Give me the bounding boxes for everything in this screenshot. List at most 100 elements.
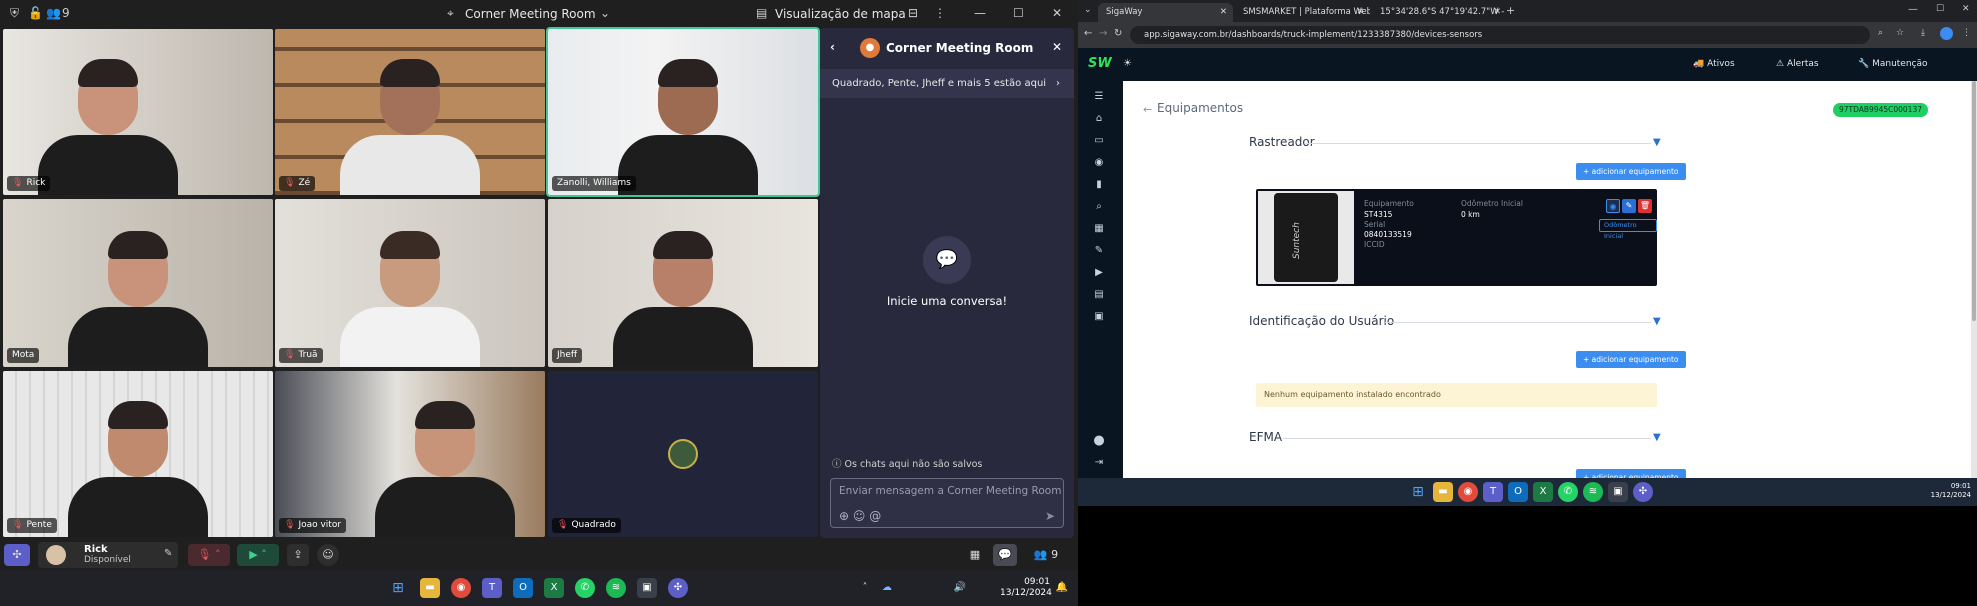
- minimize-icon[interactable]: —: [974, 6, 986, 20]
- shield-icon[interactable]: ⛨: [10, 6, 19, 21]
- excel-icon[interactable]: X: [544, 578, 564, 598]
- map-view-button[interactable]: Visualização de mapa: [775, 7, 906, 21]
- close-icon[interactable]: ✕: [1962, 4, 1970, 14]
- teams-icon[interactable]: T: [482, 578, 502, 598]
- reaction-icon[interactable]: ☺: [317, 544, 339, 566]
- taskbar-clock[interactable]: 09:01 13/12/2024: [1923, 482, 1971, 500]
- bus-icon[interactable]: ▤: [1092, 289, 1106, 301]
- file-explorer-icon[interactable]: ▬: [420, 578, 440, 598]
- spotify-icon[interactable]: ≋: [606, 578, 626, 598]
- download-icon[interactable]: ⤓: [1921, 28, 1925, 38]
- calendar-icon[interactable]: ▦: [964, 544, 986, 566]
- share-icon[interactable]: ⇪: [287, 544, 309, 566]
- video-tile[interactable]: 🎙 Pente: [3, 371, 273, 537]
- app-icon[interactable]: ▣: [1608, 482, 1628, 502]
- collapse-arrow-icon[interactable]: ▼: [1653, 432, 1661, 443]
- teams-meeting-icon[interactable]: ✣: [668, 578, 688, 598]
- user-icon[interactable]: ◉: [1092, 157, 1106, 169]
- chevron-down-icon[interactable]: ⌄: [600, 6, 610, 20]
- back-arrow-icon[interactable]: ←: [1143, 103, 1152, 116]
- video-tile-active-speaker[interactable]: Zanolli, Williams: [546, 27, 820, 197]
- delete-trash-icon[interactable]: 🗑: [1638, 199, 1652, 213]
- close-icon[interactable]: ✕: [1220, 3, 1227, 22]
- excel-icon[interactable]: X: [1533, 482, 1553, 502]
- bookmark-star-icon[interactable]: ☆: [1896, 28, 1904, 38]
- close-icon[interactable]: ✕: [1357, 3, 1364, 22]
- room-icon[interactable]: ⊟: [908, 6, 918, 20]
- collapse-arrow-icon[interactable]: ▼: [1653, 137, 1661, 148]
- notification-bell-icon[interactable]: 🔔: [1052, 578, 1072, 598]
- tab-sigaway[interactable]: SigaWay ✕: [1098, 3, 1233, 22]
- menu-icon[interactable]: ☰: [1092, 91, 1106, 103]
- taskbar-clock[interactable]: 09:01 13/12/2024: [1000, 577, 1052, 599]
- message-input[interactable]: Enviar mensagem a Corner Meeting Room: [839, 485, 1061, 497]
- mention-icon[interactable]: @: [869, 509, 881, 523]
- self-status[interactable]: Rick Disponível ✎: [38, 542, 178, 568]
- close-icon[interactable]: ✕: [1494, 3, 1501, 22]
- outlook-icon[interactable]: O: [513, 578, 533, 598]
- volume-icon[interactable]: 🔊: [950, 578, 970, 598]
- add-equipment-button[interactable]: + adicionar equipamento: [1576, 351, 1686, 368]
- back-arrow-icon[interactable]: ‹: [830, 40, 835, 54]
- whatsapp-icon[interactable]: ✆: [575, 578, 595, 598]
- maximize-icon[interactable]: ☐: [1013, 6, 1024, 20]
- whatsapp-icon[interactable]: ✆: [1558, 482, 1578, 502]
- tab-smsmarket[interactable]: SMSMARKET | Plataforma Web... ✕: [1235, 3, 1370, 22]
- lock-icon[interactable]: 🔓: [28, 6, 43, 20]
- maximize-icon[interactable]: ☐: [1936, 4, 1944, 14]
- page-scrollbar[interactable]: [1971, 81, 1977, 478]
- spotify-icon[interactable]: ≋: [1583, 482, 1603, 502]
- video-icon[interactable]: ▶: [1092, 267, 1106, 279]
- file-explorer-icon[interactable]: ▬: [1433, 482, 1453, 502]
- video-tile[interactable]: 🎙 Joao vitor: [275, 371, 545, 537]
- chart-icon[interactable]: ▮: [1092, 179, 1106, 191]
- send-icon[interactable]: ➤: [1045, 509, 1055, 523]
- teams-icon[interactable]: T: [1483, 482, 1503, 502]
- mute-toggle[interactable]: 🎙 ˄: [188, 544, 230, 566]
- wrench-icon[interactable]: ✎: [1092, 245, 1106, 257]
- truck-icon[interactable]: ▭: [1092, 135, 1106, 147]
- video-tile[interactable]: 🎙 Rick: [3, 29, 273, 195]
- message-composer[interactable]: Enviar mensagem a Corner Meeting Room ⊕ …: [830, 478, 1064, 528]
- menu-icon[interactable]: ⋮: [1962, 28, 1971, 38]
- url-bar[interactable]: app.sigaway.com.br/dashboards/truck-impl…: [1130, 26, 1870, 44]
- video-tile-no-video[interactable]: 🎙 Quadrado: [548, 371, 818, 537]
- windows-start-icon[interactable]: ⊞: [388, 578, 408, 598]
- add-equipment-button[interactable]: + adicionar equipamento: [1576, 469, 1686, 478]
- calendar-icon[interactable]: ▦: [1092, 223, 1106, 235]
- meeting-title[interactable]: Corner Meeting Room: [465, 7, 596, 21]
- report-icon[interactable]: ▣: [1092, 311, 1106, 323]
- nav-alertas[interactable]: ⚠ Alertas: [1776, 59, 1819, 69]
- close-icon[interactable]: ✕: [1052, 6, 1062, 20]
- people-icon[interactable]: 👥: [46, 6, 61, 20]
- search-alert-icon[interactable]: ⌕: [1092, 201, 1106, 213]
- tab-search-icon[interactable]: ⌄: [1084, 5, 1092, 15]
- close-icon[interactable]: ✕: [1052, 40, 1062, 54]
- new-tab-icon[interactable]: +: [1506, 4, 1515, 17]
- plus-icon[interactable]: ⊕: [839, 509, 849, 523]
- video-tile[interactable]: 🎙 Truã: [275, 199, 545, 367]
- chrome-icon[interactable]: ◉: [451, 578, 471, 598]
- edit-icon[interactable]: ✎: [164, 548, 172, 559]
- profile-avatar[interactable]: [1940, 27, 1953, 40]
- collapse-arrow-icon[interactable]: ▼: [1653, 316, 1661, 327]
- video-tile[interactable]: Jheff: [548, 199, 818, 367]
- back-icon[interactable]: ←: [1084, 28, 1092, 39]
- minimize-icon[interactable]: —: [1908, 4, 1918, 15]
- onedrive-icon[interactable]: ☁: [877, 578, 897, 598]
- view-eye-icon[interactable]: ◉: [1606, 199, 1620, 213]
- initial-odometer-button[interactable]: Odômetro Inicial: [1599, 219, 1657, 240]
- sigaway-logo[interactable]: SW: [1088, 56, 1112, 71]
- emoji-icon[interactable]: ☺: [853, 509, 866, 523]
- teams-meeting-icon[interactable]: ✣: [1633, 482, 1653, 502]
- video-tile[interactable]: Mota: [3, 199, 273, 367]
- camera-toggle[interactable]: ▶ ˄: [237, 544, 279, 566]
- home-icon[interactable]: ⌂: [1092, 113, 1106, 125]
- outlook-icon[interactable]: O: [1508, 482, 1528, 502]
- zoom-icon[interactable]: ⌕: [1878, 28, 1883, 38]
- tray-chevron-icon[interactable]: ˄: [855, 578, 875, 598]
- tab-maps[interactable]: 15°34'28.6"S 47°19'42.7"W - G...✕: [1372, 3, 1507, 22]
- more-icon[interactable]: ⋮: [934, 6, 946, 20]
- video-tile[interactable]: 🎙 Zé: [275, 29, 545, 195]
- reload-icon[interactable]: ↻: [1114, 28, 1122, 39]
